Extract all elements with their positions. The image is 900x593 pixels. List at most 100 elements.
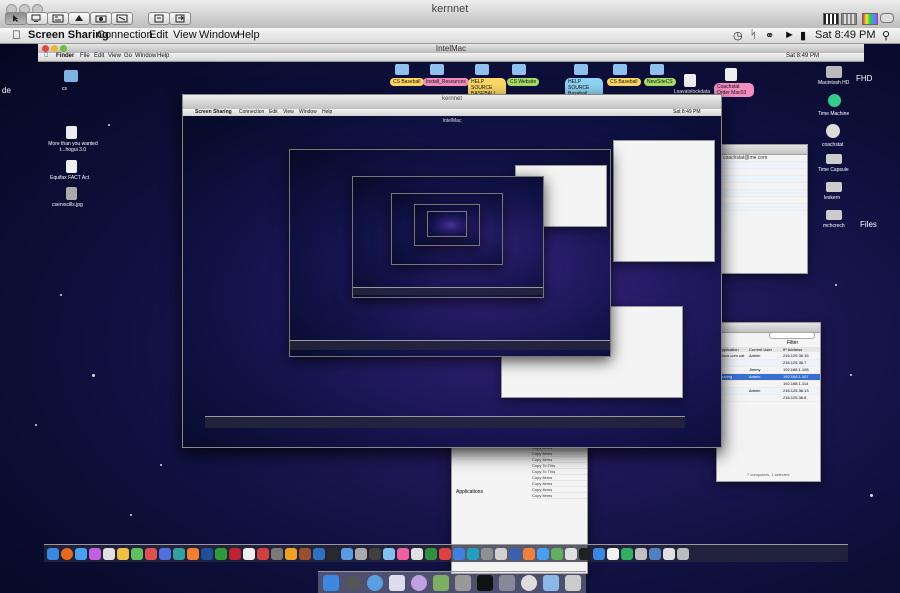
- app-icon[interactable]: [117, 547, 129, 560]
- app-icon[interactable]: [425, 547, 437, 560]
- app-icon[interactable]: [369, 547, 381, 560]
- app-icon[interactable]: [509, 547, 521, 560]
- drive-icon[interactable]: [826, 154, 842, 164]
- nested-menu-edit[interactable]: Edit: [269, 109, 278, 115]
- time-machine-icon[interactable]: ◷: [733, 29, 743, 42]
- remote-control-button[interactable]: [26, 12, 48, 25]
- safari-icon[interactable]: [367, 574, 383, 591]
- table-row[interactable]: Jimmy 192.168.1.108: [717, 367, 820, 374]
- app-icon[interactable]: [537, 547, 549, 560]
- document-icon[interactable]: [66, 160, 77, 173]
- nested-menu-window[interactable]: Window: [299, 109, 317, 115]
- capture-button[interactable]: [90, 12, 112, 25]
- hard-drive-icon[interactable]: [826, 66, 842, 78]
- terminal-icon[interactable]: [477, 574, 493, 591]
- bluetooth-icon[interactable]: ᛋ: [750, 29, 757, 41]
- app-icon[interactable]: [397, 547, 409, 560]
- remote-clock[interactable]: Sat 8:49 PM: [786, 53, 819, 59]
- folder-icon[interactable]: [475, 64, 489, 75]
- nested-mail-window[interactable]: [613, 140, 715, 262]
- remote-menu-window[interactable]: Window: [135, 53, 156, 59]
- screen-sharing-icon[interactable]: [499, 574, 515, 591]
- table-row[interactable]: sharing Admin 192.168.1.107: [717, 374, 820, 381]
- folder-icon[interactable]: [512, 64, 526, 75]
- document-icon[interactable]: [725, 68, 737, 81]
- level2-dock[interactable]: [290, 340, 610, 350]
- app-icon[interactable]: [229, 547, 241, 560]
- drive-icon[interactable]: [826, 210, 842, 220]
- app-icon[interactable]: [621, 547, 633, 560]
- mail-icon[interactable]: [389, 574, 405, 591]
- local-dock[interactable]: [318, 571, 586, 593]
- document-icon[interactable]: [684, 74, 696, 87]
- nested-screen-sharing-window[interactable]: kernnet Screen Sharing Connection Edit V…: [182, 94, 722, 448]
- app-icon[interactable]: [243, 547, 255, 560]
- table-row[interactable]: Admin 216.125.36.13: [717, 388, 820, 395]
- app-icon[interactable]: [579, 547, 591, 560]
- color-depth-icon[interactable]: [823, 13, 839, 25]
- nested-menu-view[interactable]: View: [283, 109, 294, 115]
- nested-menu-help[interactable]: Help: [322, 109, 332, 115]
- column-current-user[interactable]: Current User: [749, 347, 772, 352]
- level2-screen[interactable]: [289, 149, 611, 357]
- folder-icon[interactable]: [64, 70, 78, 82]
- column-ip-address[interactable]: IP Address: [783, 347, 802, 352]
- remote-menu-file[interactable]: File: [80, 53, 90, 59]
- app-icon[interactable]: [75, 547, 87, 560]
- color-icon[interactable]: [862, 13, 878, 25]
- app-icon[interactable]: [453, 547, 465, 560]
- menu-help[interactable]: Help: [237, 29, 260, 41]
- app-icon[interactable]: [355, 547, 367, 560]
- app-icon[interactable]: [523, 547, 535, 560]
- table-row[interactable]: 192.168.1.114: [717, 381, 820, 388]
- nested-clock[interactable]: Sat 8:49 PM: [673, 109, 701, 115]
- folder-icon[interactable]: [395, 64, 409, 75]
- app-icon[interactable]: [467, 547, 479, 560]
- level5-screen[interactable]: [414, 204, 480, 246]
- app-icon[interactable]: [565, 547, 577, 560]
- app-icon[interactable]: [663, 547, 675, 560]
- toolbar-toggle-button[interactable]: [880, 13, 894, 23]
- quality-icon[interactable]: [841, 13, 857, 25]
- app-icon[interactable]: [481, 547, 493, 560]
- volume-icon[interactable]: ►: [784, 29, 795, 41]
- app-icon[interactable]: [187, 547, 199, 560]
- iphoto-icon[interactable]: [433, 574, 449, 591]
- app-icon[interactable]: [285, 547, 297, 560]
- app-icon[interactable]: [257, 547, 269, 560]
- share-button[interactable]: [68, 12, 90, 25]
- remote-menu-go[interactable]: Go: [124, 53, 132, 59]
- wifi-icon[interactable]: ⚭: [765, 29, 774, 42]
- network-browser-window[interactable]: Filter Application Current User IP Addre…: [716, 322, 821, 482]
- trash-icon[interactable]: [677, 547, 689, 560]
- window-titlebar[interactable]: kernnet: [0, 0, 900, 29]
- remote-apple-icon[interactable]: : [44, 53, 49, 59]
- table-row[interactable]: .cisco.com.cat Admin 216.125.36.15: [717, 353, 820, 360]
- app-icon[interactable]: [341, 547, 353, 560]
- battery-icon[interactable]: ▮: [800, 29, 806, 42]
- nested-titlebar[interactable]: kernnet: [183, 95, 721, 110]
- dreamweaver-icon[interactable]: [215, 547, 227, 560]
- time-machine-icon[interactable]: [828, 94, 841, 107]
- clipboard-send-button[interactable]: [169, 12, 191, 25]
- list-item[interactable]: Copy Items: [532, 493, 587, 499]
- pointer-mode-button[interactable]: [5, 12, 27, 25]
- fullscreen-button[interactable]: [111, 12, 133, 25]
- spotlight-icon[interactable]: ⚲: [882, 29, 890, 42]
- app-icon[interactable]: [131, 547, 143, 560]
- folder-icon[interactable]: [430, 64, 444, 75]
- user-icon[interactable]: [826, 124, 840, 138]
- dashboard-icon[interactable]: [345, 574, 361, 591]
- document-icon[interactable]: [66, 126, 77, 139]
- finder-icon[interactable]: [323, 574, 339, 591]
- app-icon[interactable]: [607, 547, 619, 560]
- app-icon[interactable]: [173, 547, 185, 560]
- app-icon[interactable]: [593, 547, 605, 560]
- app-icon[interactable]: [635, 547, 647, 560]
- app-icon[interactable]: [439, 547, 451, 560]
- clipboard-get-button[interactable]: [148, 12, 170, 25]
- itunes-icon[interactable]: [411, 574, 427, 591]
- table-row[interactable]: 216.125.36.6: [717, 395, 820, 402]
- app-icon[interactable]: [411, 547, 423, 560]
- level4-screen[interactable]: [391, 193, 503, 265]
